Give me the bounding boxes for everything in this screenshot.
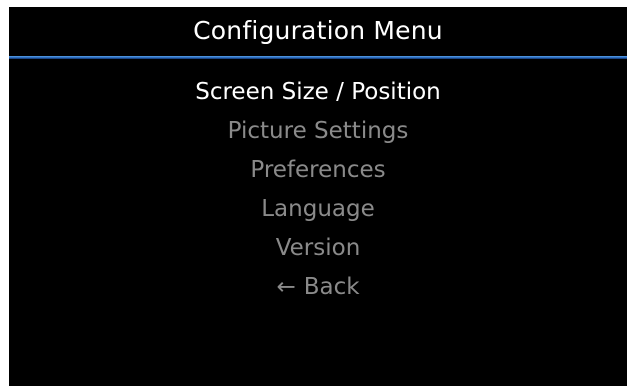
menu-item-version[interactable]: Version: [9, 229, 627, 268]
menu-item-label: Picture Settings: [227, 118, 409, 144]
menu-title: Configuration Menu: [193, 15, 443, 45]
menu-item-back[interactable]: ← Back: [9, 268, 627, 307]
menu-item-label: Screen Size / Position: [195, 79, 441, 105]
menu-item-screen-size-position[interactable]: Screen Size / Position: [9, 73, 627, 112]
menu-item-label: Preferences: [250, 157, 386, 183]
menu-item-label: Language: [261, 196, 375, 222]
menu-item-label: Version: [275, 235, 361, 261]
config-menu: Screen Size / Position Picture Settings …: [9, 73, 627, 307]
menu-item-preferences[interactable]: Preferences: [9, 151, 627, 190]
osd-screen: Configuration Menu Screen Size / Positio…: [9, 7, 627, 386]
menu-item-language[interactable]: Language: [9, 190, 627, 229]
title-divider: [9, 56, 627, 59]
menu-item-label: Back: [303, 274, 360, 300]
title-bar: Configuration Menu: [9, 7, 627, 57]
menu-item-picture-settings[interactable]: Picture Settings: [9, 112, 627, 151]
left-arrow-icon: ←: [276, 274, 296, 300]
